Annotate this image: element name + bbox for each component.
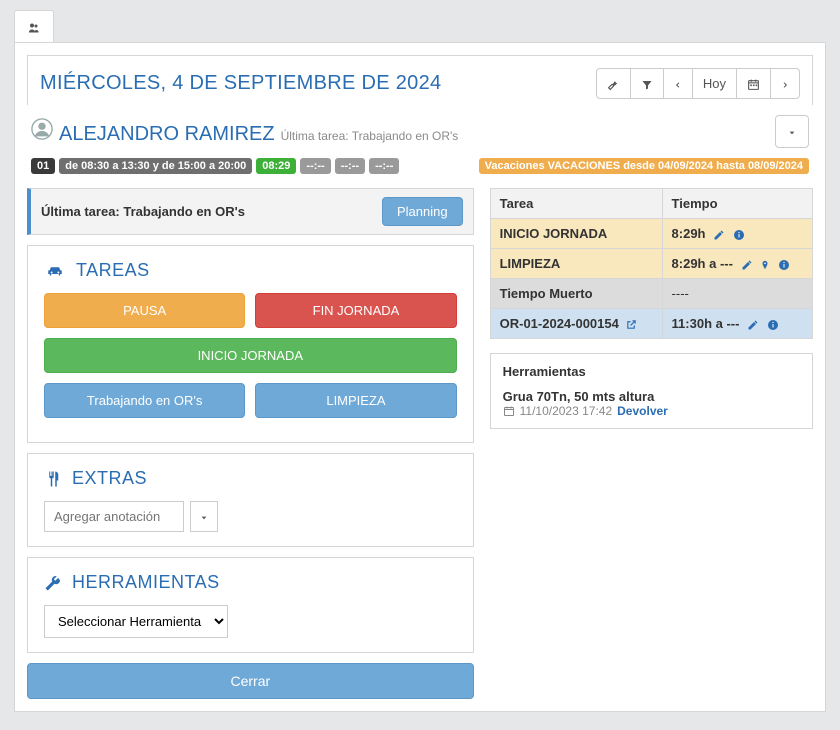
- badge-dash-2: --:--: [335, 158, 365, 174]
- badge-dash-1: --:--: [300, 158, 330, 174]
- close-button[interactable]: Cerrar: [27, 663, 474, 699]
- chevron-left-icon: [674, 79, 682, 91]
- external-link-icon[interactable]: [626, 316, 637, 331]
- cell-tiempo: ----: [672, 286, 689, 301]
- extras-panel: EXTRAS: [27, 453, 474, 547]
- tool-name: Grua 70Tn, 50 mts altura: [503, 389, 800, 404]
- table-row: LIMPIEZA 8:29h a ---: [490, 249, 812, 279]
- filter-button[interactable]: [631, 68, 664, 99]
- pausa-button[interactable]: PAUSA: [44, 293, 245, 328]
- annotation-dropdown[interactable]: [190, 501, 218, 532]
- cell-tiempo: 8:29h a ---: [672, 256, 733, 271]
- info-icon[interactable]: [733, 226, 745, 241]
- th-tarea: Tarea: [490, 189, 662, 219]
- tareas-title: TAREAS: [76, 260, 150, 281]
- cell-tarea: INICIO JORNADA: [500, 226, 608, 241]
- chevron-right-icon: [781, 79, 789, 91]
- cutlery-icon: [44, 470, 62, 488]
- tools-side-panel: Herramientas Grua 70Tn, 50 mts altura 11…: [490, 353, 813, 429]
- inicio-jornada-button[interactable]: INICIO JORNADA: [44, 338, 457, 373]
- return-tool-link[interactable]: Devolver: [617, 404, 668, 418]
- person-menu-button[interactable]: [775, 115, 809, 148]
- badge-num: 01: [31, 158, 55, 174]
- trabajando-ors-button[interactable]: Trabajando en OR's: [44, 383, 245, 418]
- date-toolbar: Hoy: [596, 68, 800, 99]
- badge-vacation: Vacaciones VACACIONES desde 04/09/2024 h…: [479, 158, 809, 174]
- table-row: INICIO JORNADA 8:29h: [490, 219, 812, 249]
- last-task-alert: Última tarea: Trabajando en OR's Plannin…: [27, 188, 474, 235]
- tab-group[interactable]: [14, 10, 54, 42]
- cell-tiempo: 8:29h: [672, 226, 706, 241]
- th-tiempo: Tiempo: [662, 189, 812, 219]
- calendar-button[interactable]: [737, 68, 771, 99]
- cell-tarea: Tiempo Muerto: [500, 286, 593, 301]
- tools-panel-title: Herramientas: [503, 364, 800, 379]
- users-icon: [27, 22, 41, 34]
- next-button[interactable]: [771, 68, 800, 99]
- badge-dash-3: --:--: [369, 158, 399, 174]
- alert-text: Última tarea: Trabajando en OR's: [41, 204, 245, 219]
- filter-icon: [641, 79, 653, 91]
- wrench-button[interactable]: [596, 68, 631, 99]
- herramientas-panel: HERRAMIENTAS Seleccionar Herramienta: [27, 557, 474, 653]
- calendar-icon: [503, 405, 515, 417]
- tool-select[interactable]: Seleccionar Herramienta: [44, 605, 228, 638]
- caret-down-icon: [787, 129, 797, 137]
- wrench-icon: [607, 78, 620, 91]
- car-icon: [44, 262, 66, 280]
- caret-down-icon: [200, 514, 208, 522]
- user-circle-icon: [31, 118, 53, 140]
- herramientas-title: HERRAMIENTAS: [72, 572, 220, 593]
- edit-icon[interactable]: [713, 226, 725, 241]
- today-button[interactable]: Hoy: [693, 68, 737, 99]
- pin-icon[interactable]: [760, 256, 770, 271]
- extras-title: EXTRAS: [72, 468, 147, 489]
- edit-icon[interactable]: [741, 256, 753, 271]
- person-subtitle: Última tarea: Trabajando en OR's: [281, 129, 459, 143]
- cell-tarea: OR-01-2024-000154: [500, 316, 619, 331]
- badge-schedule: de 08:30 a 13:30 y de 15:00 a 20:00: [59, 158, 252, 174]
- table-row: Tiempo Muerto ----: [490, 279, 812, 309]
- annotation-input[interactable]: [44, 501, 184, 532]
- table-row: OR-01-2024-000154 11:30h a ---: [490, 309, 812, 339]
- tool-date-text: 11/10/2023 17:42: [520, 404, 613, 418]
- tareas-panel: TAREAS PAUSA FIN JORNADA INICIO JORNADA …: [27, 245, 474, 443]
- badge-time: 08:29: [256, 158, 296, 174]
- calendar-icon: [747, 78, 760, 91]
- cell-tarea: LIMPIEZA: [500, 256, 561, 271]
- info-icon[interactable]: [767, 316, 779, 331]
- page-date-title: MIÉRCOLES, 4 DE SEPTIEMBRE DE 2024: [40, 72, 441, 95]
- edit-icon[interactable]: [747, 316, 759, 331]
- prev-button[interactable]: [664, 68, 693, 99]
- info-icon[interactable]: [778, 256, 790, 271]
- person-name: ALEJANDRO RAMIREZ: [59, 123, 275, 146]
- limpieza-button[interactable]: LIMPIEZA: [255, 383, 456, 418]
- cell-tiempo: 11:30h a ---: [672, 316, 740, 331]
- fin-jornada-button[interactable]: FIN JORNADA: [255, 293, 456, 328]
- wrench-icon: [44, 574, 62, 592]
- planning-button[interactable]: Planning: [382, 197, 463, 226]
- tasks-table: Tarea Tiempo INICIO JORNADA 8:29h: [490, 188, 813, 339]
